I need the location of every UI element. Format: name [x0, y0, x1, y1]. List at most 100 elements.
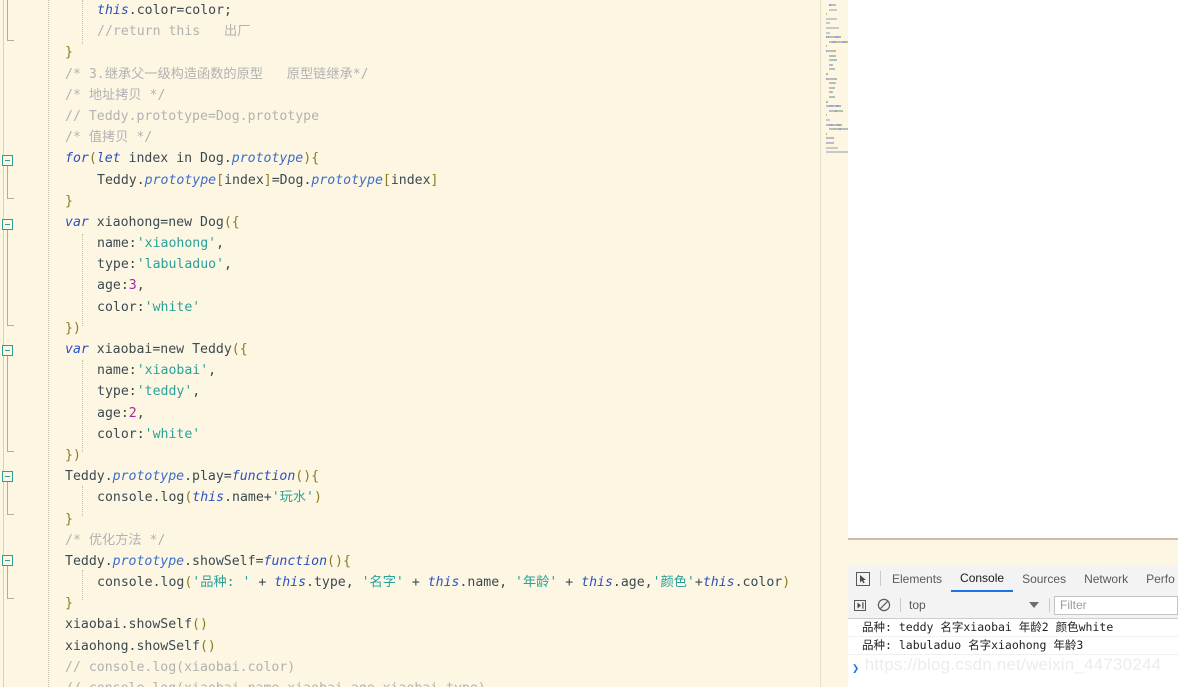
tab-console[interactable]: Console — [951, 565, 1014, 592]
devtools-tab-list[interactable]: Elements Console Sources Network Perfo — [883, 565, 1178, 592]
code-line[interactable]: } — [0, 593, 848, 614]
code-token: ) — [303, 151, 312, 167]
tab-network[interactable]: Network — [1075, 565, 1137, 592]
code-token: new — [168, 214, 193, 230]
tab-perfo[interactable]: Perfo — [1137, 565, 1178, 592]
tab-sources[interactable]: Sources — [1013, 565, 1075, 592]
code-line[interactable]: Teddy.prototype.play=function(){ — [0, 466, 848, 487]
code-token: ( — [223, 214, 232, 230]
minimap-line-bar — [835, 54, 836, 57]
code-token: /* 3.继承父一级构造函数的原型 原型链继承*/ — [65, 66, 369, 82]
code-token: this — [702, 575, 735, 591]
code-line[interactable]: //return this 出厂 — [0, 21, 848, 42]
code-token: + — [557, 575, 582, 591]
code-token: ] — [263, 172, 272, 188]
code-line[interactable]: /* 值拷贝 */ — [0, 127, 848, 148]
code-token: Teddy. — [97, 172, 145, 188]
code-token: Dog. — [192, 151, 232, 167]
code-line[interactable]: this.color=color; — [0, 0, 848, 21]
code-line[interactable]: }) — [0, 445, 848, 466]
code-token: } — [65, 320, 73, 336]
code-line[interactable]: var xiaohong=new Dog({ — [0, 212, 848, 233]
tab-elements[interactable]: Elements — [883, 565, 951, 592]
code-token: Dog — [192, 214, 224, 230]
clear-console-icon[interactable] — [872, 592, 896, 618]
code-line[interactable]: var xiaobai=new Teddy({ — [0, 339, 848, 360]
code-token: , — [224, 257, 232, 273]
code-line[interactable]: // Teddy.prototype=Dog.prototype — [0, 106, 848, 127]
code-token: name: — [97, 236, 137, 252]
code-line[interactable]: name:'xiaobai', — [0, 360, 848, 381]
code-line[interactable]: Teddy.prototype[index]=Dog.prototype[ind… — [0, 170, 848, 191]
code-token: .color — [734, 575, 783, 591]
code-line[interactable]: name:'xiaohong', — [0, 233, 848, 254]
code-token: ( — [88, 151, 97, 167]
code-text[interactable]: this.color=color;//return this 出厂} /* 3.继… — [0, 0, 848, 687]
code-line[interactable]: }) — [0, 318, 848, 339]
chevron-down-icon[interactable] — [1029, 602, 1039, 608]
code-token: =Dog. — [271, 172, 312, 188]
code-line[interactable]: } — [0, 509, 848, 530]
code-token: prototype — [112, 553, 185, 569]
code-token: var — [65, 342, 89, 357]
console-context-select[interactable]: top — [905, 595, 1045, 615]
code-token: prototype — [144, 172, 217, 188]
console-filter-input[interactable]: Filter — [1054, 595, 1178, 615]
devtools-tabbar[interactable]: Elements Console Sources Network Perfo — [848, 565, 1178, 593]
browser-pane[interactable]: Elements Console Sources Network Perfo top — [848, 0, 1178, 687]
devtools-panel[interactable]: Elements Console Sources Network Perfo top — [848, 538, 1178, 687]
console-output[interactable]: 品种: teddy 名字xiaobai 年龄2 颜色white 品种: labul… — [848, 619, 1178, 687]
code-token: ] — [430, 172, 439, 188]
code-line[interactable]: color:'white' — [0, 424, 848, 445]
code-line[interactable]: type:'labuladuo', — [0, 254, 848, 275]
code-token: color: — [97, 299, 145, 315]
code-token: [ — [382, 172, 391, 188]
code-token: xiaohong= — [88, 214, 169, 230]
minimap-line-bar — [827, 100, 828, 103]
code-line[interactable]: // console.log(xiaobai.color) — [0, 657, 848, 678]
code-line[interactable]: age:3, — [0, 275, 848, 296]
code-token: index — [224, 172, 264, 188]
code-line[interactable]: } — [0, 191, 848, 212]
minimap-line-bar — [826, 119, 830, 121]
code-token: for — [65, 151, 89, 167]
console-prompt-row[interactable]: ❯ — [848, 655, 1178, 675]
editor-vertical-rule — [820, 0, 821, 687]
code-token: prototype — [311, 172, 383, 188]
code-line[interactable]: type:'teddy', — [0, 381, 848, 402]
code-line[interactable]: /* 3.继承父一级构造函数的原型 原型链继承*/ — [0, 64, 848, 85]
code-token: () — [295, 469, 312, 485]
code-token: } — [65, 45, 73, 61]
code-token: type: — [97, 257, 137, 273]
minimap-line-bar — [826, 45, 827, 48]
console-filter-bar[interactable]: top Filter — [848, 592, 1178, 619]
minimap-line-bar — [835, 82, 836, 85]
minimap-line-bar — [826, 137, 833, 140]
code-line[interactable]: Teddy.prototype.showSelf=function(){ — [0, 551, 848, 572]
execute-step-icon[interactable] — [848, 592, 872, 618]
code-token: Teddy. — [65, 553, 113, 569]
minimap-line-bar — [832, 96, 835, 98]
code-editor-pane[interactable]: this.color=color;//return this 出厂} /* 3.继… — [0, 0, 848, 687]
code-line[interactable]: color:'white' — [0, 297, 848, 318]
code-line[interactable]: /* 优化方法 */ — [0, 530, 848, 551]
code-line[interactable]: xiaobai.showSelf() — [0, 614, 848, 635]
code-token: .type, — [306, 575, 362, 591]
code-token: 'teddy' — [136, 384, 193, 400]
code-line[interactable]: /* 地址拷贝 */ — [0, 85, 848, 106]
code-line[interactable]: console.log('品种: ' + this.type, '名字' + t… — [0, 572, 848, 593]
code-line[interactable]: console.log(this.name+'玩水') — [0, 487, 848, 508]
code-token: age: — [97, 278, 129, 294]
page-viewport[interactable] — [848, 0, 1178, 538]
minimap-line-bar — [833, 137, 834, 140]
minimap-line-bar — [841, 123, 842, 126]
code-token: // Teddy.prototype=Dog.prototype — [65, 108, 320, 124]
inspect-element-icon[interactable] — [848, 565, 878, 592]
code-line[interactable]: // console.log(xiaobai.name,xiaobai.age,… — [0, 678, 848, 687]
code-token: ) — [72, 320, 81, 336]
console-context-label: top — [909, 598, 926, 612]
code-line[interactable]: xiaohong.showSelf() — [0, 636, 848, 657]
code-line[interactable]: for(let index in Dog.prototype){ — [0, 148, 848, 169]
code-line[interactable]: age:2, — [0, 403, 848, 424]
code-line[interactable]: } — [0, 42, 848, 63]
